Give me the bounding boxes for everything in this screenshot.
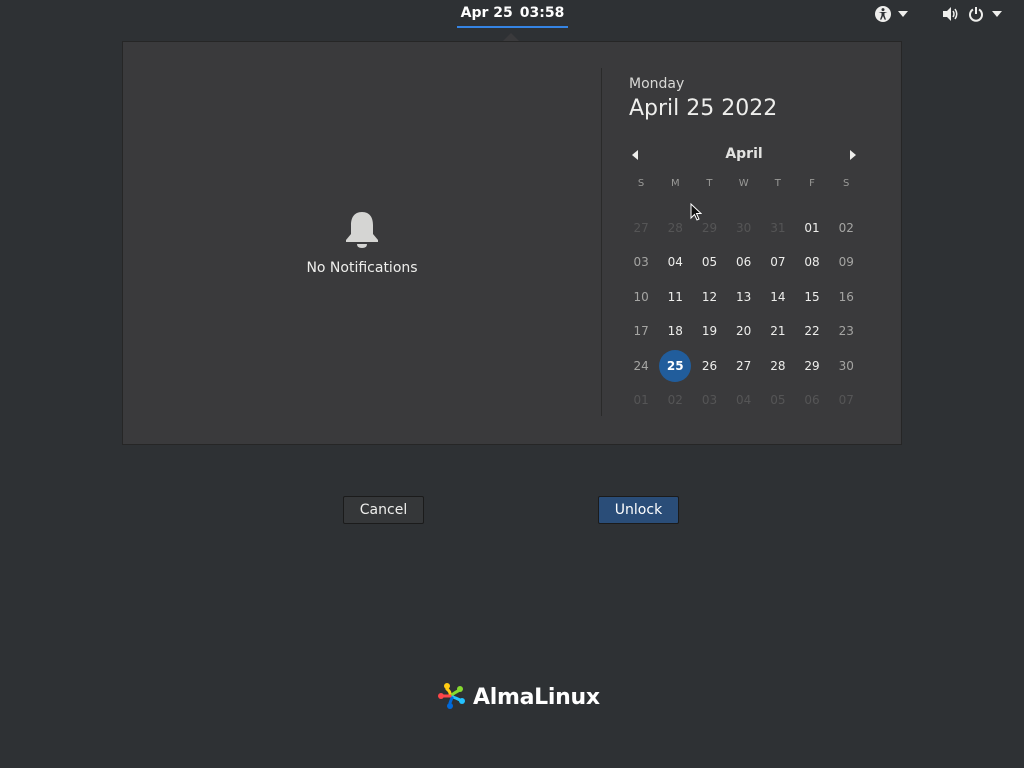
top-bar: Apr 25 03:58 <box>0 0 1024 28</box>
almalinux-logo: AlmaLinux <box>437 680 600 714</box>
day-header: M <box>670 177 680 189</box>
logo-text: AlmaLinux <box>473 684 600 710</box>
calendar-day[interactable]: 01 <box>624 383 658 418</box>
calendar: Monday April 25 2022 April S M T W T F S 27 28 29… <box>601 42 901 444</box>
chevron-down-icon <box>992 11 1002 17</box>
calendar-day[interactable]: 11 <box>658 280 692 315</box>
month-navigation: April <box>623 142 865 166</box>
mouse-pointer <box>690 202 703 225</box>
calendar-day[interactable]: 02 <box>829 211 863 246</box>
calendar-day[interactable]: 09 <box>829 245 863 280</box>
calendar-day[interactable]: 27 <box>624 211 658 246</box>
calendar-day-today[interactable]: 25 <box>658 349 692 384</box>
calendar-day[interactable]: 23 <box>829 314 863 349</box>
cancel-button[interactable]: Cancel <box>343 496 424 524</box>
calendar-day[interactable]: 10 <box>624 280 658 315</box>
chevron-right-icon <box>849 145 856 164</box>
date-menu-popover: No Notifications Monday April 25 2022 Ap… <box>122 41 902 445</box>
unlock-button[interactable]: Unlock <box>598 496 679 524</box>
calendar-day[interactable]: 05 <box>692 245 726 280</box>
calendar-day[interactable]: 19 <box>692 314 726 349</box>
full-date-label[interactable]: April 25 2022 <box>629 96 777 121</box>
bell-icon <box>343 210 381 254</box>
calendar-day[interactable]: 03 <box>692 383 726 418</box>
calendar-day[interactable]: 30 <box>829 349 863 384</box>
calendar-day[interactable]: 28 <box>658 211 692 246</box>
calendar-day[interactable]: 29 <box>795 349 829 384</box>
calendar-day[interactable]: 18 <box>658 314 692 349</box>
clock-time: 03:58 <box>519 5 565 21</box>
calendar-day-label: 25 <box>659 349 692 382</box>
chevron-left-icon <box>632 145 638 164</box>
calendar-day[interactable]: 21 <box>761 314 795 349</box>
calendar-day[interactable]: 22 <box>795 314 829 349</box>
clock-button[interactable]: Apr 25 03:58 <box>457 0 568 28</box>
day-header: W <box>738 177 749 189</box>
calendar-day[interactable]: 07 <box>829 383 863 418</box>
day-header: T <box>706 177 713 189</box>
calendar-day[interactable]: 08 <box>795 245 829 280</box>
calendar-day[interactable]: 16 <box>829 280 863 315</box>
calendar-day[interactable]: 14 <box>761 280 795 315</box>
calendar-day[interactable]: 28 <box>761 349 795 384</box>
no-notifications-label: No Notifications <box>306 260 418 276</box>
calendar-day[interactable]: 04 <box>727 383 761 418</box>
calendar-day[interactable]: 30 <box>727 211 761 246</box>
calendar-day[interactable]: 02 <box>658 383 692 418</box>
calendar-day[interactable]: 06 <box>727 245 761 280</box>
chevron-down-icon <box>898 11 908 17</box>
calendar-day[interactable]: 27 <box>727 349 761 384</box>
month-label: April <box>725 146 763 162</box>
calendar-day[interactable]: 26 <box>692 349 726 384</box>
day-header: T <box>774 177 781 189</box>
system-menu[interactable] <box>942 0 1002 28</box>
clock-date: Apr 25 <box>460 5 513 21</box>
almalinux-logo-icon <box>437 680 467 714</box>
calendar-day[interactable]: 31 <box>761 211 795 246</box>
calendar-day[interactable]: 07 <box>761 245 795 280</box>
volume-icon <box>942 6 960 22</box>
calendar-day[interactable]: 17 <box>624 314 658 349</box>
calendar-day[interactable]: 04 <box>658 245 692 280</box>
calendar-day[interactable]: 24 <box>624 349 658 384</box>
calendar-day[interactable]: 15 <box>795 280 829 315</box>
calendar-day[interactable]: 01 <box>795 211 829 246</box>
day-header: F <box>809 177 815 189</box>
accessibility-icon <box>874 5 892 23</box>
calendar-day[interactable]: 06 <box>795 383 829 418</box>
calendar-day[interactable]: 03 <box>624 245 658 280</box>
calendar-day[interactable]: 12 <box>692 280 726 315</box>
accessibility-menu[interactable] <box>874 0 908 28</box>
next-month-button[interactable] <box>841 142 865 166</box>
calendar-day[interactable]: 13 <box>727 280 761 315</box>
day-header: S <box>843 177 850 189</box>
notification-list: No Notifications <box>123 42 601 444</box>
calendar-day[interactable]: 20 <box>727 314 761 349</box>
day-header: S <box>637 177 645 189</box>
weekday-label: Monday <box>629 76 685 92</box>
previous-month-button[interactable] <box>623 142 647 166</box>
calendar-day[interactable]: 05 <box>761 383 795 418</box>
power-icon <box>968 6 984 22</box>
calendar-grid: S M T W T F S 27 28 29 30 31 01 02 03 04 05 06 07 08 09 10 11 1… <box>624 176 863 418</box>
